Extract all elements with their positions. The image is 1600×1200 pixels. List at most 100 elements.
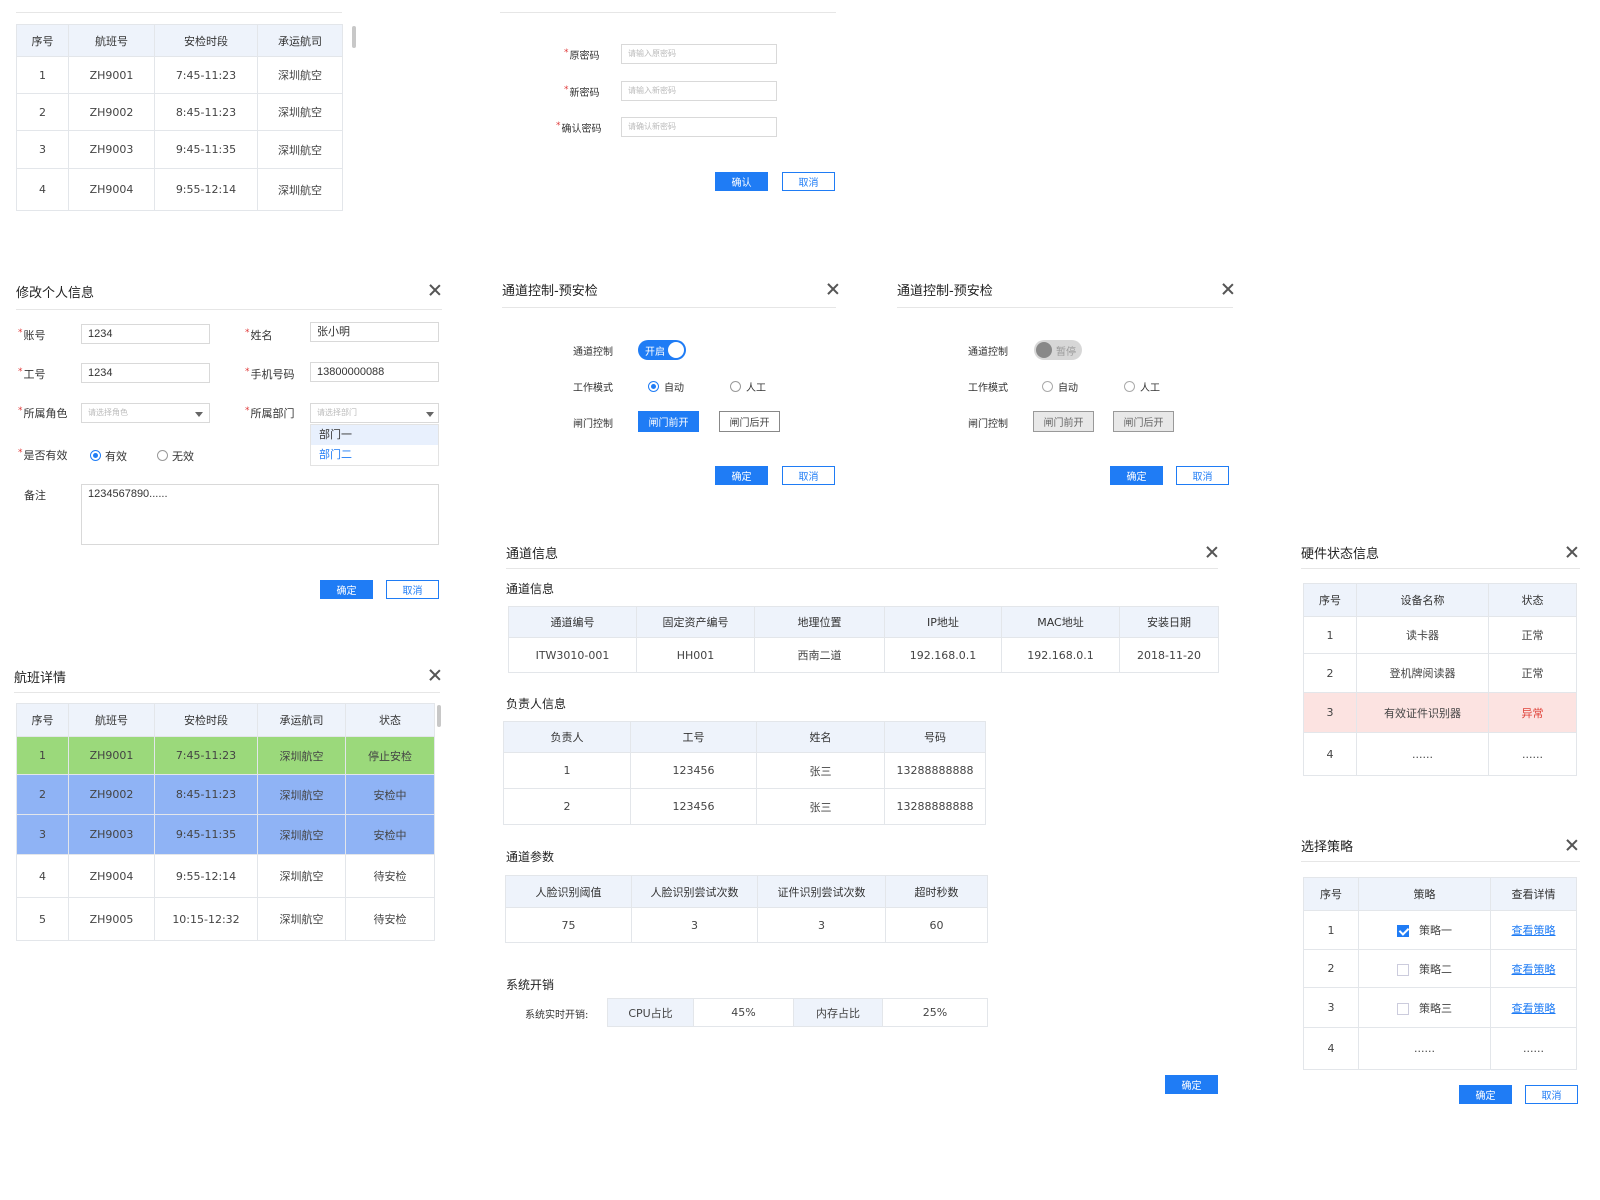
name-label: *姓名: [245, 328, 273, 342]
close-icon[interactable]: [428, 283, 442, 297]
col-header: 姓名: [756, 721, 885, 753]
col-header: 地理位置: [754, 606, 885, 638]
cancel-button[interactable]: 取消: [782, 466, 835, 485]
table-row: 1 123456 张三 13288888888: [503, 752, 986, 789]
view-strategy-link[interactable]: 查看策略: [1512, 1002, 1556, 1015]
cell: 深圳航空: [257, 168, 343, 211]
table-row[interactable]: 2 ZH9002 8:45-11:23 深圳航空: [16, 93, 343, 131]
strategy-checkbox[interactable]: [1397, 1002, 1409, 1015]
table-row[interactable]: 4 ZH9004 9:55-12:14 深圳航空 待安检: [16, 854, 435, 898]
gate-back-open-button[interactable]: 闸门后开: [719, 411, 780, 432]
strategy-name: 策略三: [1419, 1001, 1452, 1015]
table-row[interactable]: 3 ZH9003 9:45-11:35 深圳航空: [16, 130, 343, 169]
channel-control-toggle[interactable]: 暂停: [1034, 340, 1082, 360]
account-input[interactable]: 1234: [81, 324, 210, 344]
col-header: 策略: [1358, 877, 1491, 911]
table-row: 1 策略一 查看策略: [1303, 910, 1577, 950]
scrollbar-thumb[interactable]: [352, 26, 356, 48]
cell: 3: [16, 130, 69, 169]
role-select[interactable]: 请选择角色: [81, 403, 210, 423]
cell: ITW3010-001: [508, 637, 637, 673]
cell: ZH9004: [68, 168, 155, 211]
cell: 60: [885, 907, 988, 943]
table-row[interactable]: 1 ZH9001 7:45-11:23 深圳航空 停止安检: [16, 736, 435, 775]
view-strategy-link[interactable]: 查看策略: [1512, 963, 1556, 976]
flight-list-table: 序号 航班号 安检时段 承运航司 1 ZH9001 7:45-11:23 深圳航空 2…: [16, 24, 343, 211]
table-row[interactable]: 5 ZH9005 10:15-12:32 深圳航空 待安检: [16, 897, 435, 941]
close-icon[interactable]: [826, 282, 840, 296]
dropdown-option-dept-1[interactable]: 部门一: [311, 425, 438, 445]
account-label: *账号: [18, 328, 46, 342]
cell: 8:45-11:23: [154, 93, 258, 131]
close-icon[interactable]: [1565, 545, 1579, 559]
ok-button[interactable]: 确定: [1165, 1075, 1218, 1094]
cancel-button[interactable]: 取消: [1525, 1085, 1578, 1104]
cancel-button[interactable]: 取消: [386, 580, 439, 599]
gate-front-open-button[interactable]: 闸门前开: [638, 411, 699, 432]
mode-manual-radio[interactable]: [730, 381, 741, 392]
section-title: 通道信息: [506, 582, 555, 596]
table-row[interactable]: 3 ZH9003 9:45-11:35 深圳航空 安检中: [16, 814, 435, 855]
strategy-cell: 策略三: [1358, 987, 1491, 1028]
view-strategy-link[interactable]: 查看策略: [1512, 924, 1556, 937]
cell: 9:45-11:35: [154, 130, 258, 169]
dropdown-option-dept-2[interactable]: 部门二: [311, 445, 438, 465]
ok-button[interactable]: 确定: [715, 466, 768, 485]
mode-manual-radio[interactable]: [1124, 381, 1135, 392]
channel-control-toggle[interactable]: 开启: [638, 340, 686, 360]
chevron-down-icon: [426, 412, 434, 417]
col-header: 超时秒数: [885, 875, 988, 908]
valid-yes-radio[interactable]: [90, 450, 101, 461]
close-icon[interactable]: [428, 668, 442, 682]
confirm-button[interactable]: 确认: [715, 172, 768, 191]
old-password-input[interactable]: 请输入原密码: [621, 44, 777, 64]
close-icon[interactable]: [1205, 545, 1219, 559]
strategy-checkbox[interactable]: [1397, 963, 1409, 976]
new-password-input[interactable]: 请输入新密码: [621, 81, 777, 101]
table-row[interactable]: 2 ZH9002 8:45-11:23 深圳航空 安检中: [16, 774, 435, 815]
cell: 13288888888: [884, 752, 986, 789]
cell: 深圳航空: [257, 130, 343, 169]
confirm-password-input[interactable]: 请确认新密码: [621, 117, 777, 137]
ok-button[interactable]: 确定: [1459, 1085, 1512, 1104]
phone-input[interactable]: 13800000088: [310, 362, 439, 382]
cell: 4: [16, 168, 69, 211]
chevron-down-icon: [195, 412, 203, 417]
cell: ZH9004: [68, 854, 155, 898]
close-icon[interactable]: [1565, 838, 1579, 852]
cancel-button[interactable]: 取消: [1176, 466, 1229, 485]
col-header: 安检时段: [154, 24, 258, 57]
cell: ZH9005: [68, 897, 155, 941]
mode-auto-radio[interactable]: [648, 381, 659, 392]
cell: 深圳航空: [257, 814, 346, 855]
ok-button[interactable]: 确定: [1110, 466, 1163, 485]
department-select[interactable]: 请选择部门: [310, 403, 439, 423]
job-number-input[interactable]: 1234: [81, 363, 210, 383]
cancel-button[interactable]: 取消: [782, 172, 835, 191]
cell: 2: [503, 788, 631, 825]
table-header-row: 负责人 工号 姓名 号码: [503, 721, 986, 753]
col-header: 序号: [1303, 583, 1357, 617]
status-cell: 待安检: [345, 897, 435, 941]
valid-no-radio[interactable]: [157, 450, 168, 461]
panel-title: 航班详情: [14, 671, 67, 686]
table-row[interactable]: 4 ZH9004 9:55-12:14 深圳航空: [16, 168, 343, 211]
gate-front-open-button[interactable]: 闸门前开: [1033, 411, 1094, 432]
close-icon[interactable]: [1221, 282, 1235, 296]
mode-auto-radio[interactable]: [1042, 381, 1053, 392]
cpu-label-cell: CPU占比: [607, 998, 694, 1027]
cell: 4: [16, 854, 69, 898]
scrollbar-thumb[interactable]: [437, 705, 441, 727]
name-input[interactable]: 张小明: [310, 322, 439, 342]
channel-control-label: 通道控制: [573, 347, 613, 358]
table-row[interactable]: 1 ZH9001 7:45-11:23 深圳航空: [16, 56, 343, 94]
strategy-checkbox[interactable]: [1397, 925, 1409, 937]
cell: 192.168.0.1: [1001, 637, 1120, 673]
cell: 2: [16, 774, 69, 815]
cell: 9:55-12:14: [154, 854, 258, 898]
gate-back-open-button[interactable]: 闸门后开: [1113, 411, 1174, 432]
ok-button[interactable]: 确定: [320, 580, 373, 599]
note-textarea[interactable]: 1234567890......: [81, 484, 439, 545]
panel-divider: [897, 307, 1233, 308]
gate-control-label: 闸门控制: [968, 419, 1008, 430]
